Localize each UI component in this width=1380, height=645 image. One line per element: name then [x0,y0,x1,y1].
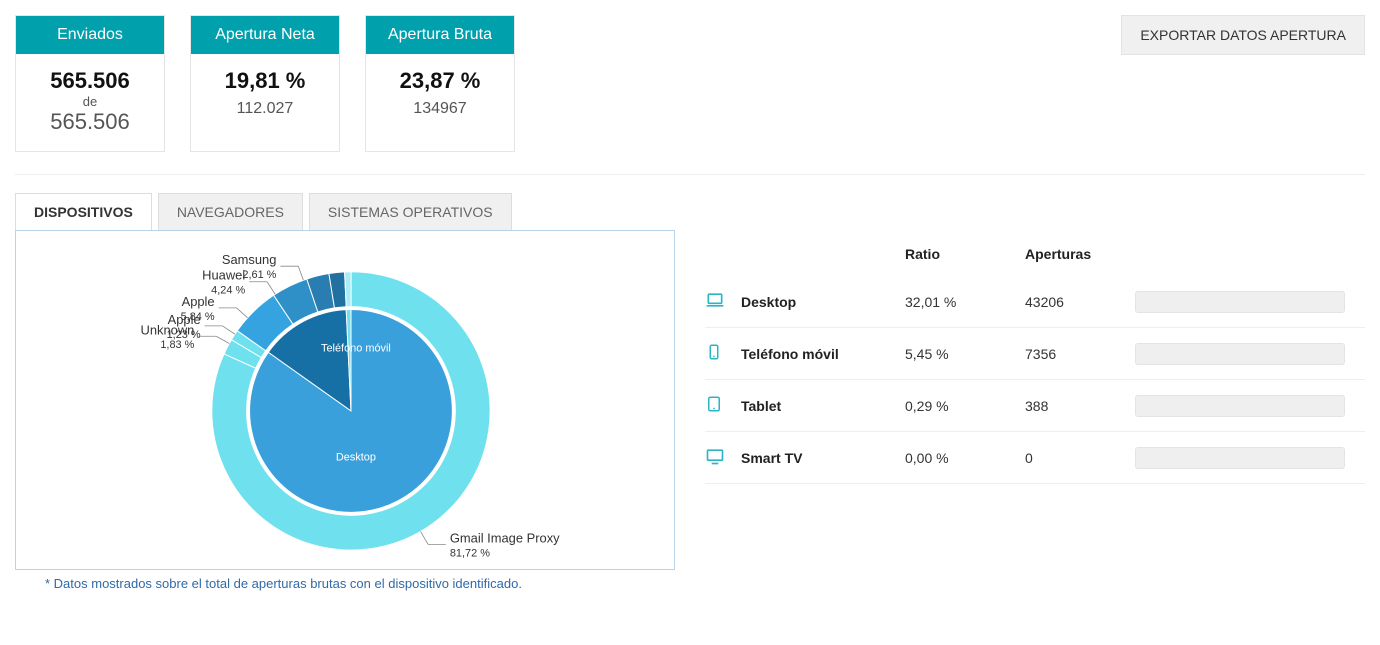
svg-text:Desktop: Desktop [336,452,376,464]
table-header: Ratio Aperturas [705,240,1365,276]
device-aperturas: 7356 [1025,346,1135,362]
col-aperturas: Aperturas [1025,246,1135,262]
card-enviados-total: 565.506 [34,109,146,135]
card-bruta-count: 134967 [384,100,496,118]
device-ratio: 32,01 % [905,294,1025,310]
device-bar [1135,395,1345,417]
device-name: Smart TV [741,450,905,466]
table-row: Smart TV0,00 %0 [705,432,1365,484]
card-apertura-neta: Apertura Neta 19,81 % 112.027 [190,15,340,152]
tabs: DISPOSITIVOS NAVEGADORES SISTEMAS OPERAT… [15,193,1365,231]
device-aperturas: 388 [1025,398,1135,414]
svg-text:5,84 %: 5,84 % [181,311,215,323]
svg-text:Gmail Image Proxy: Gmail Image Proxy [450,530,560,545]
tab-sistemas-operativos[interactable]: SISTEMAS OPERATIVOS [309,193,512,231]
tab-navegadores[interactable]: NAVEGADORES [158,193,303,231]
card-neta-pct: 19,81 % [209,68,321,94]
device-aperturas: 43206 [1025,294,1135,310]
svg-text:2,61 %: 2,61 % [242,269,276,281]
svg-text:4,24 %: 4,24 % [211,285,245,297]
table-row: Desktop32,01 %43206 [705,276,1365,328]
card-neta-title: Apertura Neta [191,16,339,54]
card-bruta-pct: 23,87 % [384,68,496,94]
table-row: Teléfono móvil5,45 %7356 [705,328,1365,380]
device-ratio: 5,45 % [905,346,1025,362]
device-name: Tablet [741,398,905,414]
device-name: Teléfono móvil [741,346,905,362]
device-bar [1135,447,1345,469]
svg-text:81,72 %: 81,72 % [450,547,490,559]
table-row: Tablet0,29 %388 [705,380,1365,432]
device-icon [705,446,741,469]
col-ratio: Ratio [905,246,1025,262]
tab-dispositivos[interactable]: DISPOSITIVOS [15,193,152,231]
summary-row: Enviados 565.506 de 565.506 Apertura Net… [15,15,1365,152]
svg-text:Teléfono móvil: Teléfono móvil [321,342,391,354]
card-enviados-value: 565.506 [34,68,146,94]
card-bruta-title: Apertura Bruta [366,16,514,54]
device-table: Ratio Aperturas Desktop32,01 %43206Teléf… [705,240,1365,484]
card-enviados: Enviados 565.506 de 565.506 [15,15,165,152]
panel-row: Desktop Teléfono móvil Gmail Image Proxy 81… [15,230,1365,591]
svg-text:Apple: Apple [182,294,215,309]
svg-text:1,23 %: 1,23 % [167,329,201,341]
device-ratio: 0,00 % [905,450,1025,466]
device-icon [705,342,741,365]
card-enviados-of: de [34,94,146,109]
device-bar [1135,291,1345,313]
svg-text:1,83 %: 1,83 % [160,339,194,351]
donut-chart: Desktop Teléfono móvil Gmail Image Proxy 81… [15,230,675,570]
card-enviados-title: Enviados [16,16,164,54]
summary-cards: Enviados 565.506 de 565.506 Apertura Net… [15,15,515,152]
svg-text:Huawei: Huawei [202,268,245,283]
device-name: Desktop [741,294,905,310]
device-aperturas: 0 [1025,450,1135,466]
svg-text:Samsung: Samsung [222,252,277,267]
device-icon [705,290,741,313]
device-icon [705,394,741,417]
chart-footnote: * Datos mostrados sobre el total de aper… [45,576,675,591]
chart-column: Desktop Teléfono móvil Gmail Image Proxy 81… [15,230,675,591]
export-button[interactable]: EXPORTAR DATOS APERTURA [1121,15,1365,55]
divider [15,174,1365,175]
card-apertura-bruta: Apertura Bruta 23,87 % 134967 [365,15,515,152]
card-neta-count: 112.027 [209,100,321,118]
device-ratio: 0,29 % [905,398,1025,414]
device-bar [1135,343,1345,365]
